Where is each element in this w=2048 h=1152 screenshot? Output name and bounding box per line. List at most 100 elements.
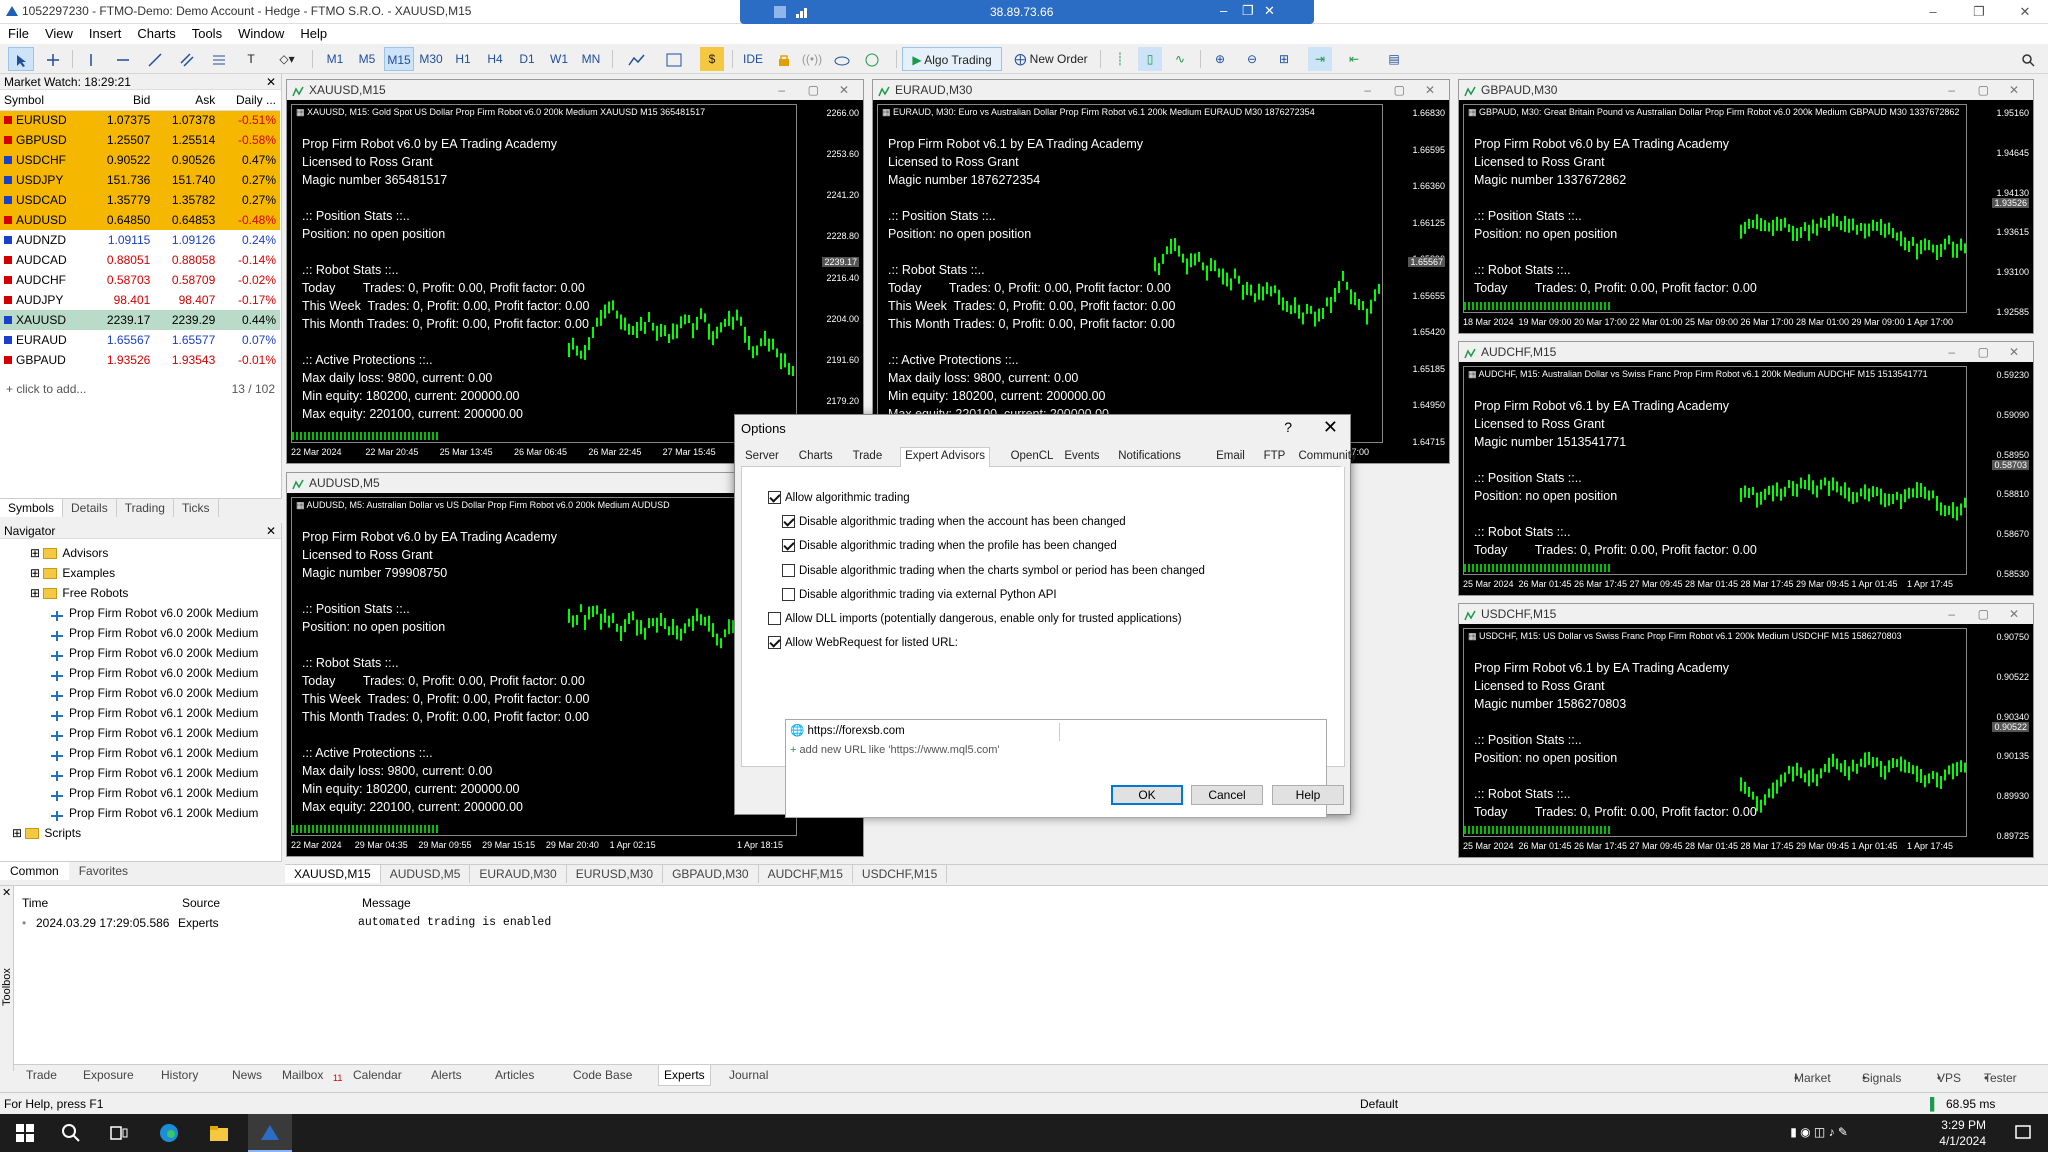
zoom-out-icon[interactable]: ⊖ [1240,47,1264,71]
chart-window-title[interactable]: XAUUSD,M15 – ▢ ✕ [287,80,863,100]
expand-icon[interactable]: ⊞ [30,586,43,600]
nav-robot-item[interactable]: Prop Firm Robot v6.1 200k Medium [50,763,258,783]
option-checkbox-row[interactable]: Disable algorithmic trading when the acc… [782,515,1126,531]
chart-shift-icon[interactable]: ⇤ [1342,47,1366,71]
toolbox-tab[interactable]: Exposure [83,1068,134,1082]
timeframe-m30[interactable]: M30 [416,47,446,71]
tab-ticks[interactable]: Ticks [174,499,219,517]
checkbox[interactable] [768,636,781,650]
nav-scripts-folder[interactable]: ⊞ Scripts [12,823,81,843]
option-checkbox-row[interactable]: Disable algorithmic trading when the cha… [782,564,1205,580]
chart-close-icon[interactable]: ✕ [2009,604,2019,624]
trend-line-icon[interactable] [142,47,168,71]
market-watch-row[interactable]: AUDUSD 0.64850 0.64853 -0.48% [0,210,280,230]
col-symbol[interactable]: Symbol [0,90,90,111]
lock-icon[interactable] [772,47,796,71]
timeframe-mn[interactable]: MN [576,47,606,71]
menu-insert[interactable]: Insert [81,24,130,44]
notification-icon[interactable] [2012,1122,2034,1144]
horizontal-line-icon[interactable] [110,47,136,71]
expand-icon[interactable]: ⊞ [30,546,43,560]
chart-window-title[interactable]: AUDCHF,M15 – ▢ ✕ [1459,342,2033,362]
market-watch-row[interactable]: AUDNZD 1.09115 1.09126 0.24% [0,230,280,250]
tab-common[interactable]: Common [0,862,69,880]
screenshot-icon[interactable]: ▤ [1382,47,1406,71]
option-checkbox-row[interactable]: Disable algorithmic trading via external… [782,588,1057,604]
chart-window-title[interactable]: GBPAUD,M30 – ▢ ✕ [1459,80,2033,100]
market-watch-row[interactable]: GBPAUD 1.93526 1.93543 -0.01% [0,350,280,370]
market-watch-row[interactable]: EURUSD 1.07375 1.07378 -0.51% [0,110,280,130]
col-time[interactable]: Time [22,896,48,910]
tray-icons[interactable]: ▮ ◉ ◫ ♪ ✎ [1790,1125,1848,1139]
toolbox-tab[interactable]: Journal [729,1068,768,1082]
tile-windows-icon[interactable]: ⊞ [1272,47,1296,71]
market-watch-row[interactable]: USDJPY 151.736 151.740 0.27% [0,170,280,190]
globe-icon[interactable] [860,47,884,71]
bar-chart-icon[interactable]: ┊ [1108,47,1132,71]
chart-plot[interactable]: ▦ AUDCHF, M15: Australian Dollar vs Swis… [1463,366,1967,575]
cursor-tool-icon[interactable] [8,47,34,71]
toolbox-tab[interactable]: Experts [658,1065,711,1086]
log-row[interactable]: • 2024.03.29 17:29:05.586 Experts automa… [14,916,2048,934]
templates-icon[interactable] [658,47,692,71]
nav-robot-item[interactable]: Prop Firm Robot v6.1 200k Medium [50,783,258,803]
chart-minimize-icon[interactable]: – [778,80,785,100]
checkbox[interactable] [782,588,795,602]
market-watch-row[interactable]: GBPUSD 1.25507 1.25514 -0.58% [0,130,280,150]
chart-window[interactable]: GBPAUD,M30 – ▢ ✕ ▦ GBPAUD, M30: Great Britai… [1458,79,2034,334]
menu-help[interactable]: Help [292,24,335,44]
checkbox[interactable] [782,539,795,553]
crosshair-icon[interactable] [40,47,66,71]
chart-minimize-icon[interactable]: – [1364,80,1371,100]
dialog-tab[interactable]: OpenCL [1011,450,1054,462]
chart-tab[interactable]: XAUUSD,M15 [285,865,381,883]
nav-robot-item[interactable]: Prop Firm Robot v6.1 200k Medium [50,743,258,763]
chart-plot[interactable]: ▦ AUDUSD, M5: Australian Dollar vs US Do… [291,497,797,836]
dialog-tab[interactable]: Community [1299,450,1357,462]
menu-window[interactable]: Window [230,24,292,44]
col-source[interactable]: Source [182,896,220,910]
toolbox-tab[interactable]: Calendar [353,1068,402,1082]
menu-tools[interactable]: Tools [184,24,230,44]
nav-robot-item[interactable]: Prop Firm Robot v6.0 200k Medium [50,663,258,683]
timeframe-m5[interactable]: M5 [352,47,382,71]
col-bid[interactable]: Bid [89,90,155,111]
fibonacci-icon[interactable] [206,47,232,71]
line-chart-icon[interactable]: ∿ [1168,47,1192,71]
url-entry[interactable]: 🌐 https://forexsb.com [790,723,1060,741]
col-ask[interactable]: Ask [154,90,220,111]
dialog-tab[interactable]: Events [1064,450,1099,462]
task-view-icon[interactable] [108,1122,130,1144]
tab-trading[interactable]: Trading [117,499,174,517]
toolbox-tab[interactable]: News [232,1068,262,1082]
close-icon[interactable]: ✕ [2,886,11,899]
chart-tab[interactable]: AUDCHF,M15 [759,865,853,883]
chart-maximize-icon[interactable]: ▢ [1978,80,1989,100]
chart-tab[interactable]: EURUSD,M30 [567,865,664,883]
expand-icon[interactable]: ⊞ [12,826,25,840]
option-checkbox-row[interactable]: Allow DLL imports (potentially dangerous… [768,612,1182,628]
nav-robot-item[interactable]: Prop Firm Robot v6.1 200k Medium [50,703,258,723]
timeframe-h4[interactable]: H4 [480,47,510,71]
remote-restore-icon[interactable]: ❐ [1242,3,1254,19]
nav-robot-item[interactable]: Prop Firm Robot v6.0 200k Medium [50,643,258,663]
chart-window[interactable]: EURAUD,M30 – ▢ ✕ ▦ EURAUD, M30: Euro vs Aust… [872,79,1450,464]
chart-minimize-icon[interactable]: – [1948,80,1955,100]
ide-button[interactable]: IDE [738,47,768,71]
timeframe-d1[interactable]: D1 [512,47,542,71]
timeframe-m1[interactable]: M1 [320,47,350,71]
option-checkbox-row[interactable]: Allow WebRequest for listed URL: [768,636,958,652]
file-explorer-icon[interactable] [208,1122,230,1144]
chart-tab[interactable]: USDCHF,M15 [853,865,948,883]
help-button[interactable]: Help [1272,785,1344,805]
chart-plot[interactable]: ▦ EURAUD, M30: Euro vs Australian Dollar… [877,104,1383,443]
expand-icon[interactable]: ⊞ [30,566,43,580]
menu-charts[interactable]: Charts [129,24,183,44]
remote-close-icon[interactable]: ✕ [1264,3,1275,19]
checkbox[interactable] [768,491,781,505]
text-tool-icon[interactable]: T [238,47,264,71]
chart-close-icon[interactable]: ✕ [839,80,849,100]
chart-minimize-icon[interactable]: – [1948,604,1955,624]
remote-desktop-bar[interactable]: 38.89.73.66 – ❐ ✕ [740,0,1314,24]
chart-close-icon[interactable]: ✕ [2009,342,2019,362]
